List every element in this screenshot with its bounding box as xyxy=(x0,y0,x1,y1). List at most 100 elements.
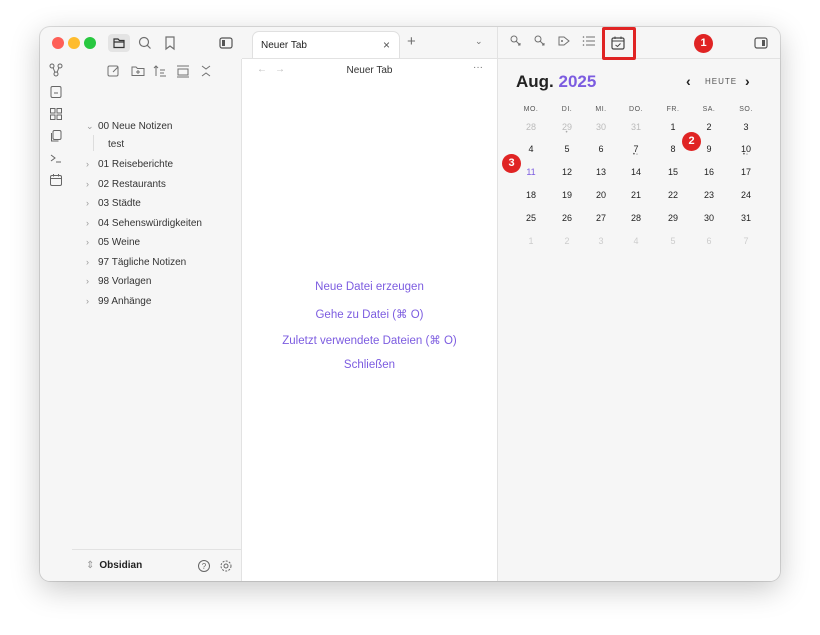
calendar-day[interactable]: 5 xyxy=(552,142,582,156)
folder-item[interactable]: › 05 Weine xyxy=(86,234,140,250)
calendar-day[interactable]: 4 xyxy=(621,234,651,248)
calendar-day[interactable]: 4 xyxy=(516,142,546,156)
calendar-day[interactable]: 31 xyxy=(731,211,761,225)
calendar-tab-highlight[interactable] xyxy=(602,27,636,60)
tags-icon[interactable] xyxy=(557,33,573,49)
calendar-day[interactable]: 1 xyxy=(516,234,546,248)
calendar-day[interactable]: 26 xyxy=(552,211,582,225)
folder-item[interactable]: ⌄ 00 Neue Notizen xyxy=(86,118,173,134)
annotation-badge-1: 1 xyxy=(694,34,713,53)
note-dots: •◦ xyxy=(632,152,640,158)
calendar-day[interactable]: 2 xyxy=(694,120,724,134)
calendar-day[interactable]: 5 xyxy=(658,234,688,248)
calendar-day[interactable]: 27 xyxy=(586,211,616,225)
help-icon[interactable]: ? xyxy=(197,559,213,575)
calendar-day[interactable]: 13 xyxy=(586,165,616,179)
calendar-day-today[interactable]: 11 xyxy=(516,165,546,179)
zoom-window-button[interactable] xyxy=(84,37,96,49)
go-to-file-button[interactable]: Gehe zu Datei (⌘ O) xyxy=(242,307,497,321)
tab-neuer-tab[interactable]: Neuer Tab × xyxy=(252,31,400,58)
calendar-day[interactable]: 30 xyxy=(694,211,724,225)
calendar-day[interactable]: 29 xyxy=(658,211,688,225)
terminal-icon[interactable] xyxy=(49,151,63,165)
close-button[interactable]: Schließen xyxy=(242,359,497,371)
view-header-title: Neuer Tab xyxy=(346,65,393,76)
note-dot: • xyxy=(565,130,569,136)
weekday-header: DO. xyxy=(629,106,643,113)
close-tab-icon[interactable]: × xyxy=(383,38,390,52)
calendar-day[interactable]: 23 xyxy=(694,188,724,202)
folder-icon[interactable] xyxy=(108,34,130,52)
toggle-left-sidebar-icon[interactable] xyxy=(218,35,234,51)
right-sidebar: 1 Aug. 2025 ‹ HEUTE › MO. DI. MI. DO. FR… xyxy=(498,27,780,581)
next-month-button[interactable]: › xyxy=(745,73,750,89)
weekday-header: FR. xyxy=(666,106,680,113)
calendar-day[interactable]: 31 xyxy=(621,120,651,134)
graph-view-icon[interactable] xyxy=(49,63,63,77)
annotation-badge-2: 2 xyxy=(682,132,701,151)
calendar-day[interactable]: 28 xyxy=(516,120,546,134)
calendar-day[interactable]: 17 xyxy=(731,165,761,179)
canvas-icon[interactable] xyxy=(49,107,63,121)
previous-month-button[interactable]: ‹ xyxy=(686,73,691,89)
chevron-right-icon: › xyxy=(86,218,89,228)
folder-item[interactable]: › 99 Anhänge xyxy=(86,293,151,309)
calendar-day[interactable]: 19 xyxy=(552,188,582,202)
folder-item[interactable]: › 98 Vorlagen xyxy=(86,273,151,289)
calendar-day[interactable]: 3 xyxy=(586,234,616,248)
folder-item[interactable]: › 01 Reiseberichte xyxy=(86,156,173,172)
calendar-day[interactable]: 2 xyxy=(552,234,582,248)
close-window-button[interactable] xyxy=(52,37,64,49)
calendar-day[interactable]: 3 xyxy=(731,120,761,134)
calendar-day[interactable]: 25 xyxy=(516,211,546,225)
calendar-day[interactable]: 20 xyxy=(586,188,616,202)
minimize-window-button[interactable] xyxy=(68,37,80,49)
calendar-day[interactable]: 14 xyxy=(621,165,651,179)
sort-icon[interactable] xyxy=(152,63,168,79)
calendar-day[interactable]: 6 xyxy=(586,142,616,156)
copy-icon[interactable] xyxy=(49,129,63,143)
calendar-icon[interactable] xyxy=(49,173,63,187)
more-options-icon[interactable]: ··· xyxy=(473,62,483,73)
vault-switcher[interactable]: ⇕ Obsidian xyxy=(86,560,142,571)
chevron-right-icon: › xyxy=(86,179,89,189)
search-icon[interactable] xyxy=(137,35,153,51)
calendar-day[interactable]: 16 xyxy=(694,165,724,179)
new-note-icon[interactable] xyxy=(106,63,122,79)
collapse-all-icon[interactable] xyxy=(175,63,191,79)
bookmark-icon[interactable] xyxy=(162,35,178,51)
calendar-day[interactable]: 21 xyxy=(621,188,651,202)
today-button[interactable]: HEUTE xyxy=(705,77,737,86)
backlinks-icon[interactable] xyxy=(508,33,524,49)
calendar-day[interactable]: 18 xyxy=(516,188,546,202)
daily-note-icon[interactable] xyxy=(49,85,63,99)
calendar-day[interactable]: 22 xyxy=(658,188,688,202)
chevron-right-icon: › xyxy=(86,159,89,169)
calendar-day[interactable]: 28 xyxy=(621,211,651,225)
calendar-title: Aug. 2025 xyxy=(516,72,597,91)
recent-files-button[interactable]: Zuletzt verwendete Dateien (⌘ O) xyxy=(242,333,497,347)
file-item[interactable]: test xyxy=(108,137,124,153)
calendar-day[interactable]: 30 xyxy=(586,120,616,134)
chevron-right-icon: › xyxy=(86,276,89,286)
folder-item[interactable]: › 97 Tägliche Notizen xyxy=(86,254,186,270)
outgoing-links-icon[interactable] xyxy=(532,33,548,49)
tab-list-chevron-icon[interactable]: ⌄ xyxy=(475,36,483,47)
expand-icon[interactable] xyxy=(198,63,214,79)
calendar-day[interactable]: 24 xyxy=(731,188,761,202)
settings-gear-icon[interactable] xyxy=(219,559,235,575)
new-folder-icon[interactable] xyxy=(130,63,146,79)
new-tab-icon[interactable]: + xyxy=(407,33,416,50)
outline-icon[interactable] xyxy=(581,33,597,49)
new-file-button[interactable]: Neue Datei erzeugen xyxy=(242,281,497,293)
folder-item[interactable]: › 04 Sehenswürdigkeiten xyxy=(86,215,202,231)
chevron-updown-icon: ⇕ xyxy=(86,560,95,571)
calendar-day[interactable]: 1 xyxy=(658,120,688,134)
calendar-day[interactable]: 7 xyxy=(731,234,761,248)
calendar-day[interactable]: 6 xyxy=(694,234,724,248)
folder-item[interactable]: › 03 Städte xyxy=(86,195,141,211)
calendar-day[interactable]: 12 xyxy=(552,165,582,179)
folder-item[interactable]: › 02 Restaurants xyxy=(86,176,166,192)
calendar-day[interactable]: 15 xyxy=(658,165,688,179)
toggle-right-sidebar-icon[interactable] xyxy=(753,35,769,51)
